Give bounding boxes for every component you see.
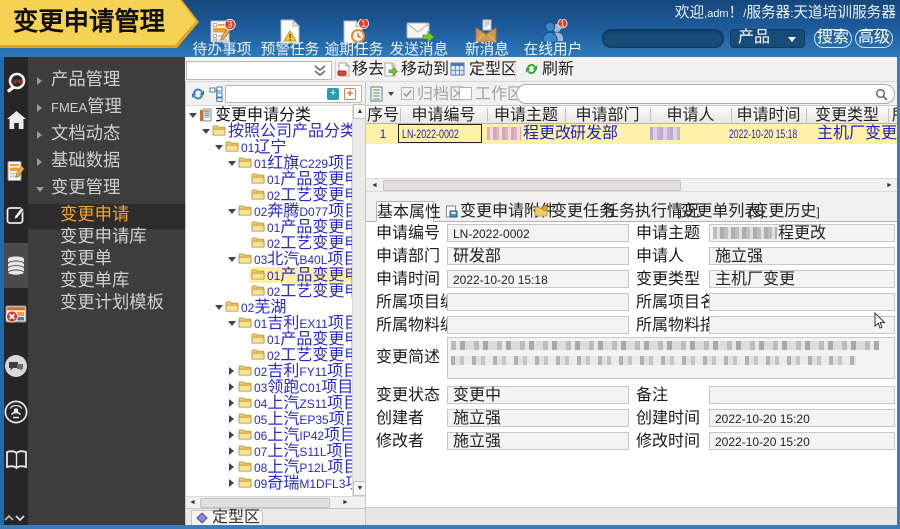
svg-text:1: 1: [560, 19, 565, 29]
svg-text:1: 1: [361, 19, 366, 29]
svg-text:3: 3: [227, 20, 232, 30]
svg-text:GPM: GPM: [11, 80, 24, 86]
